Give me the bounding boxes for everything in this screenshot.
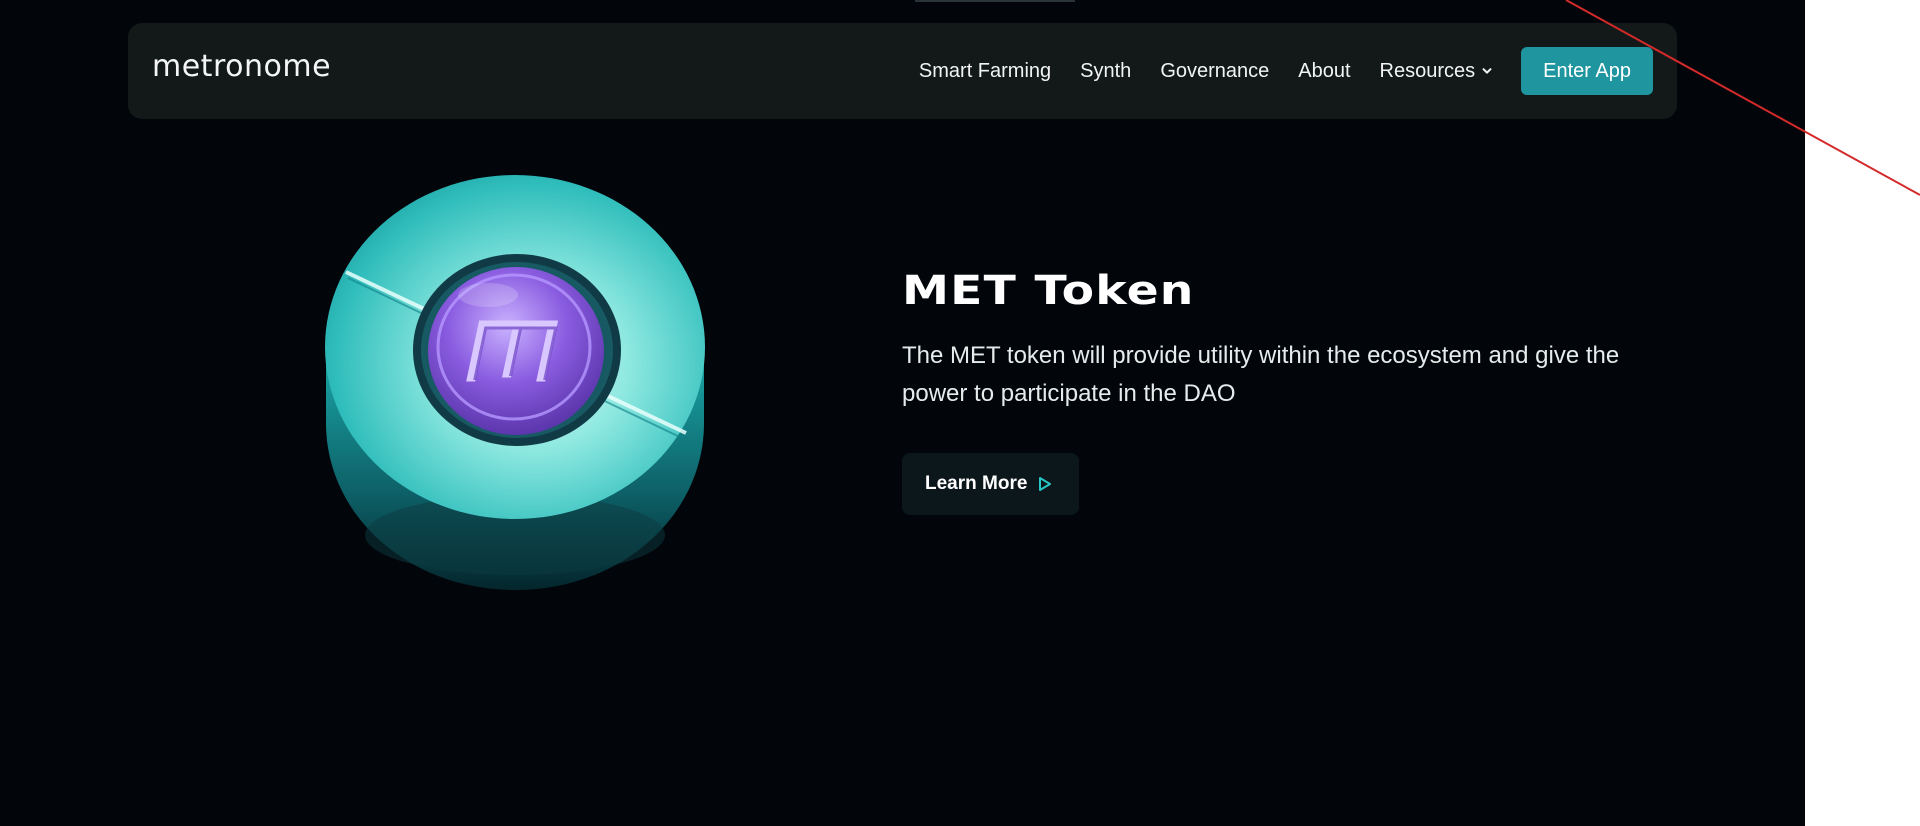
- met-token-illustration: [318, 175, 713, 595]
- chevron-down-icon: [1482, 68, 1492, 74]
- learn-more-button[interactable]: Learn More: [902, 453, 1079, 515]
- nav-dropdown-resources[interactable]: Resources: [1380, 60, 1494, 83]
- top-accent-bar: [915, 0, 1075, 2]
- page-background: metronome Smart Farming Synth Governance…: [0, 0, 1805, 826]
- enter-app-button[interactable]: Enter App: [1521, 47, 1653, 95]
- nav-link-smart-farming[interactable]: Smart Farming: [919, 60, 1051, 83]
- resources-label: Resources: [1379, 59, 1476, 82]
- navbar: metronome Smart Farming Synth Governance…: [128, 23, 1677, 119]
- learn-more-label: Learn More: [925, 473, 1028, 494]
- nav-links: Smart Farming Synth Governance About Res…: [919, 47, 1653, 95]
- nav-link-governance[interactable]: Governance: [1160, 60, 1269, 83]
- met-token-icon: [325, 175, 705, 590]
- nav-link-synth[interactable]: Synth: [1080, 60, 1131, 83]
- nav-link-about[interactable]: About: [1298, 60, 1350, 83]
- hero-description: The MET token will provide utility withi…: [902, 342, 1620, 407]
- play-outline-icon: [1039, 477, 1052, 491]
- metronome-logo[interactable]: metronome: [152, 49, 331, 84]
- hero-title: MET Token: [902, 268, 1195, 314]
